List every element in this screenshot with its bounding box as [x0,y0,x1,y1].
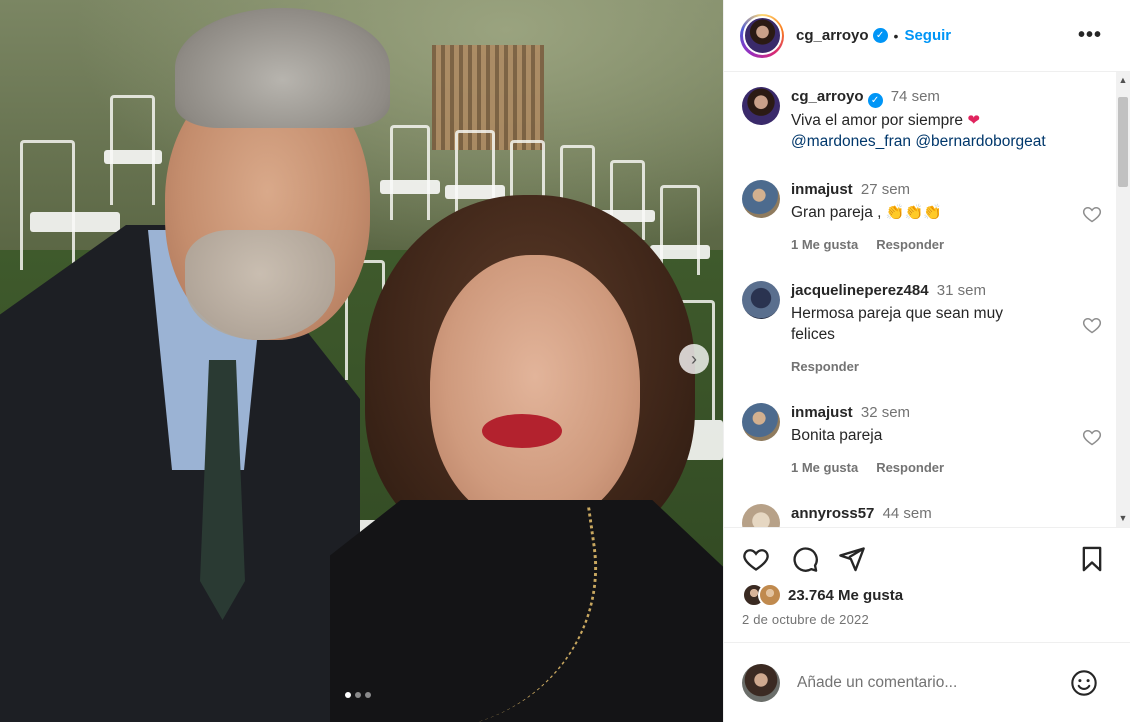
comment-time[interactable]: 31 sem [937,282,986,299]
verified-badge-icon: ✓ [867,93,883,108]
carousel-next-button[interactable]: › [679,344,709,374]
chevron-right-icon: › [691,348,697,369]
post-header: cg_arroyo ✓ • Seguir ••• [724,0,1130,72]
comment-like-heart-icon[interactable] [1082,315,1102,335]
comment-username[interactable]: annyross57 [791,505,874,522]
comment-item: inmajust 27 sem Gran pareja , 👏👏👏 1 Me g… [742,180,1102,252]
commenter-avatar[interactable] [742,281,780,319]
carousel-dot [365,692,371,698]
separator-dot: • [893,27,899,44]
comment-item: annyross57 44 sem [742,504,1102,527]
more-options-icon[interactable]: ••• [1078,24,1102,47]
post-photo[interactable]: › [0,0,723,722]
comment-like-heart-icon[interactable] [1082,204,1102,224]
scroll-down-arrow-icon[interactable]: ▼ [1116,510,1130,527]
author-avatar[interactable] [740,13,784,58]
carousel-dot [345,692,351,698]
caption-time[interactable]: 74 sem [891,88,940,105]
verified-badge-icon: ✓ [872,28,888,43]
man-hair [175,8,390,128]
commenter-avatar[interactable] [742,180,780,218]
comment-likes-count[interactable]: 1 Me gusta [791,460,858,475]
commenter-avatar[interactable] [742,504,780,527]
scrollbar-thumb[interactable] [1118,97,1128,187]
carousel-dot [355,692,361,698]
caption-avatar[interactable] [742,87,780,125]
comment-input[interactable] [797,673,1057,692]
post-sidebar: cg_arroyo ✓ • Seguir ••• cg_arroyo ✓ 74 s… [723,0,1130,722]
bookmark-icon[interactable] [1078,545,1106,573]
comment-username[interactable]: jacquelineperez484 [791,282,929,299]
comment-username[interactable]: inmajust [791,181,853,198]
comment-item: jacquelineperez484 31 sem Hermosa pareja… [742,281,1102,374]
comments-scrollbar[interactable]: ▲ ▼ [1116,72,1130,527]
comment-item: inmajust 32 sem Bonita pareja 1 Me gusta… [742,403,1102,475]
reply-button[interactable]: Responder [876,460,944,475]
woman-face [430,255,640,525]
current-user-avatar [742,663,780,702]
paper-plane-icon[interactable] [838,545,866,573]
avatar-image [742,16,782,55]
man-beard [185,230,335,340]
liker-avatar [758,583,782,607]
commenter-avatar[interactable] [742,403,780,441]
comment-text: Hermosa pareja que sean muy felices [791,305,1003,343]
caption-text: Viva el amor por siempre [791,112,964,129]
comment-composer [724,642,1130,722]
smiley-icon[interactable] [1070,669,1098,697]
follow-button[interactable]: Seguir [904,27,951,44]
reply-button[interactable]: Responder [791,359,859,374]
author-username[interactable]: cg_arroyo [796,27,869,44]
likes-count[interactable]: 23.764 Me gusta [788,587,903,604]
comment-time[interactable]: 27 sem [861,181,910,198]
caption-username[interactable]: cg_arroyo [791,88,864,105]
comment-username[interactable]: inmajust [791,404,853,421]
post-date[interactable]: 2 de octubre de 2022 [742,612,869,627]
heart-emoji-icon: ❤ [967,112,980,129]
mention-link[interactable]: @mardones_fran [791,133,911,150]
woman-lips [482,414,562,448]
comment-likes-count[interactable]: 1 Me gusta [791,237,858,252]
mention-link[interactable]: @bernardoborgeat [915,133,1045,150]
comment-text: Bonita pareja [791,427,883,444]
comment-text: Gran pareja , [791,204,882,221]
comment-time[interactable]: 44 sem [883,505,932,522]
comment-time[interactable]: 32 sem [861,404,910,421]
heart-outline-icon[interactable] [742,545,770,573]
carousel-dots [345,692,371,698]
caption: cg_arroyo ✓ 74 sem Viva el amor por siemp… [742,87,1102,152]
post-action-bar [724,527,1130,587]
scroll-up-arrow-icon[interactable]: ▲ [1116,72,1130,89]
likes-summary[interactable]: 23.764 Me gusta [742,583,903,607]
reply-button[interactable]: Responder [876,237,944,252]
speech-bubble-icon[interactable] [791,545,819,573]
clapping-hands-icon: 👏👏👏 [885,204,942,221]
comments-list[interactable]: cg_arroyo ✓ 74 sem Viva el amor por siemp… [724,72,1117,527]
comment-like-heart-icon[interactable] [1082,427,1102,447]
